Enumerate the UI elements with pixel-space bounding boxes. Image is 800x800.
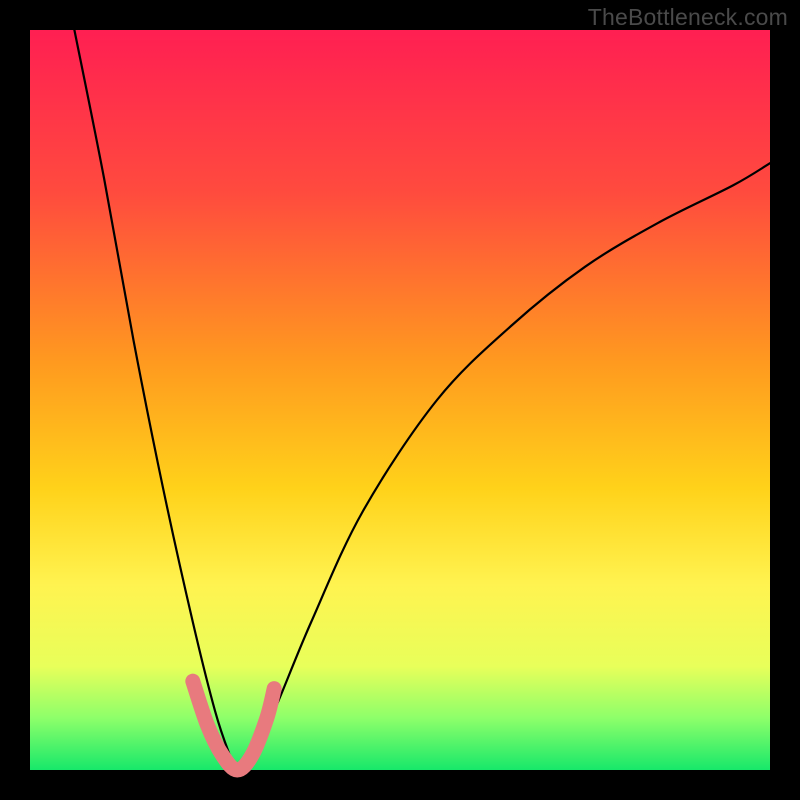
chart-frame: TheBottleneck.com [0, 0, 800, 800]
curve-layer [30, 30, 770, 770]
near-bottom-marker [193, 681, 274, 770]
watermark-text: TheBottleneck.com [588, 4, 788, 31]
bottleneck-curve [74, 30, 770, 770]
